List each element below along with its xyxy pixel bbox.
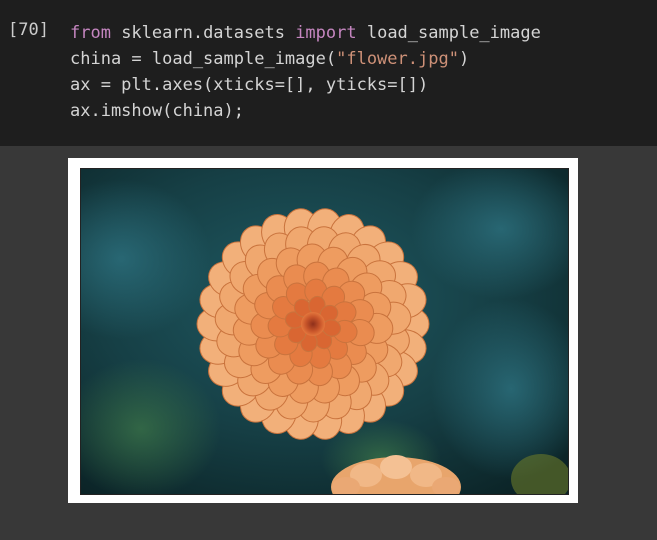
code-token: china = load_sample_image( bbox=[70, 49, 337, 69]
flower-image bbox=[81, 169, 568, 494]
code-line: from sklearn.datasets import load_sample… bbox=[70, 20, 541, 46]
code-line: ax.imshow(china); bbox=[70, 98, 541, 124]
code-keyword: import bbox=[295, 23, 357, 43]
flower-center bbox=[301, 312, 325, 336]
code-token: ax.imshow(china); bbox=[70, 101, 244, 121]
code-editor[interactable]: from sklearn.datasets import load_sample… bbox=[70, 20, 541, 124]
figure bbox=[68, 158, 578, 503]
code-token: ax = plt.axes(xticks=[], yticks=[]) bbox=[70, 75, 429, 95]
code-token: load_sample_image bbox=[356, 23, 541, 43]
code-token: ) bbox=[458, 49, 470, 69]
code-line: china = load_sample_image("flower.jpg") bbox=[70, 46, 541, 72]
image-axes bbox=[80, 168, 569, 495]
code-keyword: from bbox=[70, 23, 111, 43]
code-cell[interactable]: [70] from sklearn.datasets import load_s… bbox=[0, 0, 657, 146]
code-string: "flower.jpg" bbox=[336, 49, 459, 69]
code-token: sklearn.datasets bbox=[110, 23, 296, 43]
code-line: ax = plt.axes(xticks=[], yticks=[]) bbox=[70, 72, 541, 98]
execution-count: [70] bbox=[8, 20, 49, 40]
